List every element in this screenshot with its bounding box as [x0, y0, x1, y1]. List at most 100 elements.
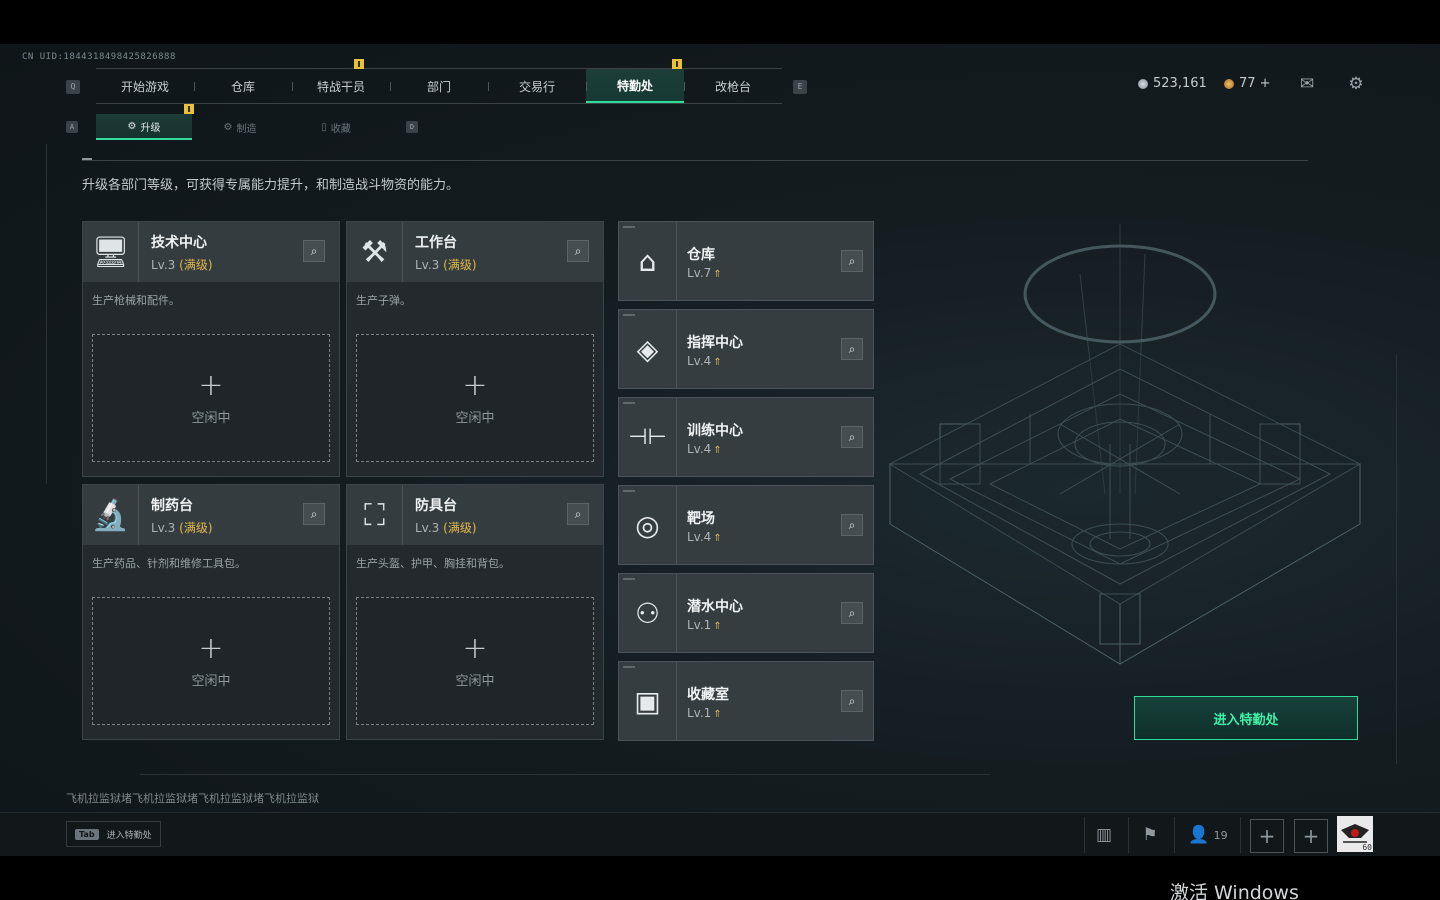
decoration-line	[1396, 354, 1397, 764]
tab-operators[interactable]: 特战干员	[292, 59, 390, 103]
tab-label: 部门	[426, 79, 451, 94]
subtab-collection[interactable]: ▯ 收藏	[288, 114, 384, 140]
card-description: 生产药品、针剂和维修工具包。	[92, 557, 246, 570]
production-slot[interactable]: + 空闲中	[356, 597, 594, 725]
search-button[interactable]: ⌕	[841, 514, 863, 536]
gear-icon[interactable]: ⚙	[1345, 74, 1367, 94]
coin-amount: 523,161	[1153, 76, 1207, 91]
slot-status: 空闲中	[455, 410, 495, 426]
slot-status: 空闲中	[191, 410, 231, 426]
search-icon: ⌕	[310, 244, 318, 258]
tab-trade[interactable]: 交易行	[488, 69, 586, 103]
card-header: 🖥 技术中心 Lv.3 (满级) ⌕	[83, 222, 339, 282]
premium-coin-icon	[1224, 78, 1234, 89]
level-value: Lv.3	[415, 520, 440, 535]
search-button[interactable]: ⌕	[303, 503, 325, 525]
search-icon: ⌕	[848, 606, 856, 620]
divider	[82, 160, 1308, 161]
main-nav: 开始游戏 仓库 特战干员 部门 交易行 特勤处 改枪台	[96, 59, 782, 104]
dept-name: 靶场	[687, 511, 715, 527]
craft-icon: ⚙	[223, 121, 233, 133]
mail-icon[interactable]: ✉	[1296, 74, 1318, 94]
tab-start-game[interactable]: 开始游戏	[96, 69, 194, 103]
search-icon: ⌕	[848, 518, 856, 532]
subtab-upgrade[interactable]: ⚙ 升级	[96, 104, 194, 140]
plus-icon: +	[198, 630, 224, 666]
card-header: 🔬 制药台 Lv.3 (满级) ⌕	[83, 485, 339, 545]
dept-warehouse[interactable]: ⌂ 仓库 Lv.7 ⇑ ⌕	[618, 221, 874, 301]
workstation-workbench: ⚒ 工作台 Lv.3 (满级) ⌕ 生产子弹。 + 空闲中	[346, 221, 604, 477]
dept-diving-center[interactable]: ⚇ 潜水中心 Lv.1 ⇑ ⌕	[618, 573, 874, 653]
tab-special-ops[interactable]: 特勤处	[586, 59, 684, 103]
production-slot[interactable]: + 空闲中	[92, 334, 330, 462]
friends-count: 19	[1213, 828, 1228, 842]
subtab-craft[interactable]: ⚙ 制造	[192, 114, 288, 140]
dept-name: 训练中心	[687, 423, 743, 439]
workstation-pharmacy: 🔬 制药台 Lv.3 (满级) ⌕ 生产药品、针剂和维修工具包。 + 空闲中	[82, 484, 340, 740]
workstation-tech-center: 🖥 技术中心 Lv.3 (满级) ⌕ 生产枪械和配件。 + 空闲中	[82, 221, 340, 477]
warehouse-icon: ⌂	[619, 222, 677, 300]
premium-amount: 77 +	[1239, 76, 1271, 91]
level-value: Lv.3	[151, 257, 176, 272]
dept-name: 潜水中心	[687, 599, 743, 615]
stats-icon[interactable]: ▥	[1086, 817, 1122, 853]
search-button[interactable]: ⌕	[841, 690, 863, 712]
game-screen: CN UID:1844318498425826888 Q 开始游戏 仓库 特战干…	[0, 44, 1440, 856]
enter-special-ops-button[interactable]: 进入特勤处	[1134, 696, 1358, 740]
card-description: 生产子弹。	[356, 294, 411, 307]
production-slot[interactable]: + 空闲中	[92, 597, 330, 725]
upgrade-arrow-icon: ⇑	[713, 357, 722, 368]
card-name: 防具台	[415, 497, 457, 514]
plus-icon: +	[462, 630, 488, 666]
friends-button[interactable]: 👤 19	[1184, 817, 1232, 853]
card-header: ⚒ 工作台 Lv.3 (满级) ⌕	[347, 222, 603, 282]
dept-shooting-range[interactable]: ◎ 靶场 Lv.4 ⇑ ⌕	[618, 485, 874, 565]
search-button[interactable]: ⌕	[841, 250, 863, 272]
currency-premium[interactable]: 77 +	[1224, 76, 1271, 91]
card-header: ⛶ 防具台 Lv.3 (满级) ⌕	[347, 485, 603, 545]
card-level: Lv.3 (满级)	[415, 519, 477, 536]
search-button[interactable]: ⌕	[841, 426, 863, 448]
dept-training-center[interactable]: ⊣⊢ 训练中心 Lv.4 ⇑ ⌕	[618, 397, 874, 477]
slot-status: 空闲中	[455, 673, 495, 689]
level-value: Lv.4	[687, 530, 712, 544]
armor-icon: ⛶	[347, 485, 403, 545]
search-icon: ⌕	[574, 507, 582, 521]
level-value: Lv.1	[687, 618, 712, 632]
production-slot[interactable]: + 空闲中	[356, 334, 594, 462]
uid-label: CN UID:1844318498425826888	[22, 52, 176, 62]
sub-tabs: ⚙ 升级 ⚙ 制造 ▯ 收藏	[96, 104, 384, 140]
dept-collection-room[interactable]: ▣ 收藏室 Lv.1 ⇑ ⌕	[618, 661, 874, 741]
search-icon: ⌕	[848, 430, 856, 444]
search-button[interactable]: ⌕	[567, 503, 589, 525]
collection-icon: ▣	[619, 662, 677, 740]
tab-departments[interactable]: 部门	[390, 69, 488, 103]
marquee-text: 飞机拉监狱堵飞机拉监狱堵飞机拉监狱堵飞机拉监狱	[66, 792, 319, 805]
search-button[interactable]: ⌕	[303, 240, 325, 262]
level-value: Lv.4	[687, 442, 712, 456]
dept-command-center[interactable]: ◈ 指挥中心 Lv.4 ⇑ ⌕	[618, 309, 874, 389]
max-level-tag: (满级)	[179, 520, 213, 535]
facility-illustration	[888, 224, 1362, 665]
letterbox-top	[0, 0, 1440, 44]
search-icon: ⌕	[848, 342, 856, 356]
search-button[interactable]: ⌕	[567, 240, 589, 262]
tab-gunsmith[interactable]: 改枪台	[684, 69, 782, 103]
tab-label: 仓库	[230, 79, 255, 94]
subtab-label: 制造	[236, 123, 257, 135]
avatar[interactable]: 60	[1337, 816, 1373, 852]
level-value: Lv.1	[687, 706, 712, 720]
tab-warehouse[interactable]: 仓库	[194, 69, 292, 103]
tab-enter-hint[interactable]: Tab 进入特勤处	[66, 821, 161, 847]
windows-activation-watermark: 激活 Windows	[1170, 882, 1299, 900]
add-party-slot-button[interactable]: +	[1250, 819, 1284, 853]
search-button[interactable]: ⌕	[841, 338, 863, 360]
add-party-slot-button[interactable]: +	[1294, 819, 1328, 853]
flag-icon[interactable]: ⚑	[1132, 817, 1168, 853]
upgrade-arrow-icon: ⇑	[713, 533, 722, 544]
search-button[interactable]: ⌕	[841, 602, 863, 624]
notification-badge	[672, 59, 682, 69]
card-name: 制药台	[151, 497, 193, 514]
card-name: 技术中心	[151, 234, 207, 251]
search-icon: ⌕	[848, 694, 856, 708]
